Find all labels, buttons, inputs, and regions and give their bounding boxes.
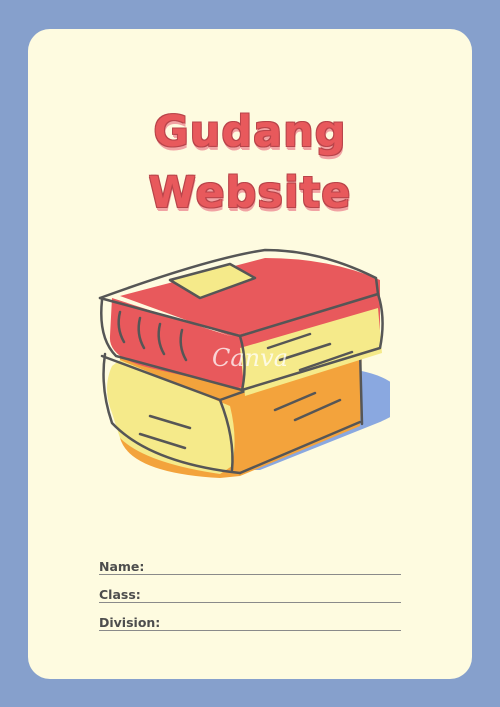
canva-watermark: Canva (212, 344, 288, 372)
division-field[interactable]: Division: (99, 612, 401, 631)
name-label: Name: (99, 559, 145, 574)
name-field[interactable]: Name: (99, 556, 401, 575)
class-field[interactable]: Class: (99, 584, 401, 603)
title-line-2: Website (148, 168, 352, 218)
division-label: Division: (99, 615, 161, 630)
class-label: Class: (99, 587, 141, 602)
title-line-1: Gudang (153, 107, 347, 157)
